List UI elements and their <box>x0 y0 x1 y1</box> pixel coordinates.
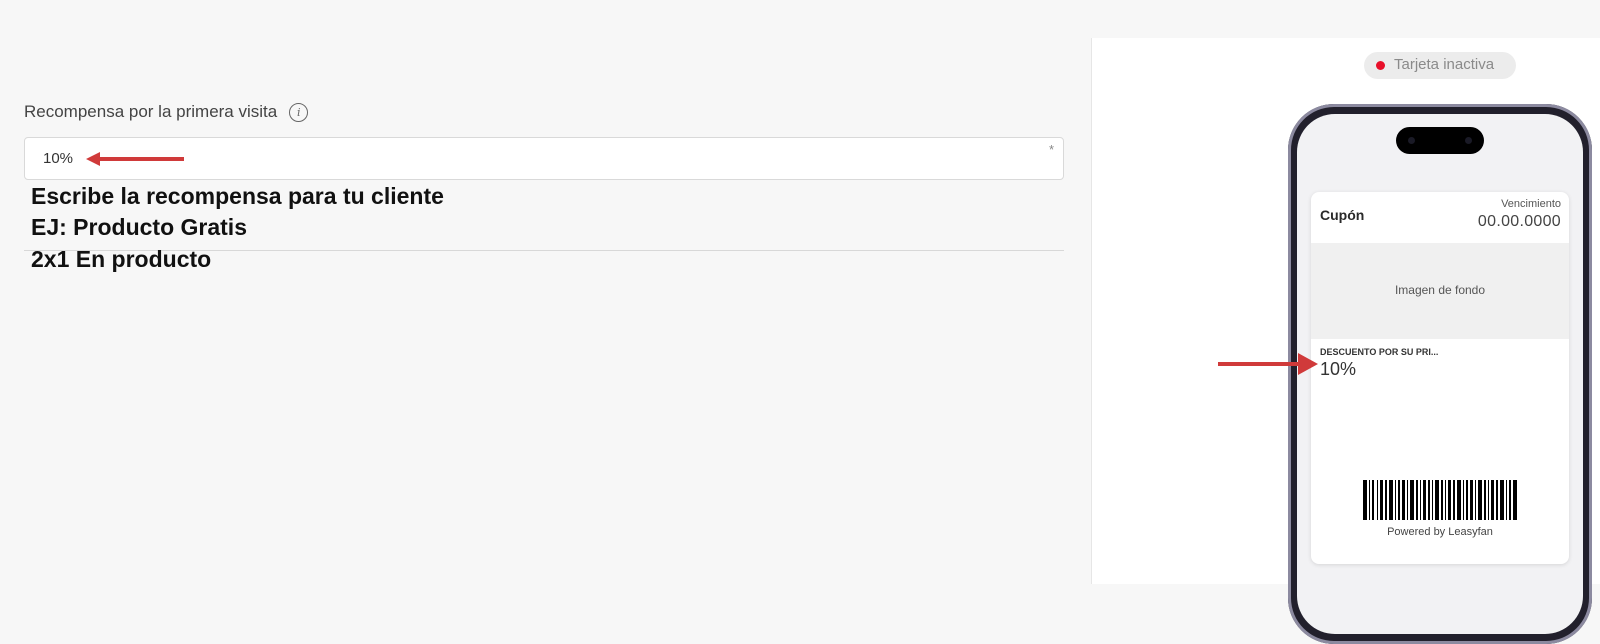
discount-label: DESCUENTO POR SU PRI... <box>1320 347 1439 357</box>
info-icon[interactable]: i <box>289 102 309 122</box>
annotation-line-2: EJ: Producto Gratis <box>31 214 247 240</box>
required-mark: * <box>1048 142 1054 157</box>
status-badge: Tarjeta inactiva <box>1364 52 1516 79</box>
barcode-icon <box>1363 480 1517 520</box>
status-dot-icon <box>1376 61 1385 70</box>
camera-icon <box>1408 137 1415 144</box>
annotation-arrow-right-icon <box>1218 353 1318 375</box>
background-image-label: Imagen de fondo <box>1394 283 1486 297</box>
background-image-placeholder: Imagen de fondo <box>1311 243 1569 339</box>
annotation-line-3: 2x1 En producto <box>31 246 212 272</box>
sensor-icon <box>1465 137 1472 144</box>
annotation-arrow-left-icon <box>86 152 184 166</box>
coupon-card: Cupón Vencimiento 00.00.0000 Imagen de f… <box>1311 192 1569 564</box>
expiry-value: 00.00.0000 <box>1477 213 1561 230</box>
powered-by-text: Powered by Leasyfan <box>1387 526 1493 538</box>
reward-input-value[interactable]: 10% <box>43 150 73 167</box>
card-title: Cupón <box>1320 207 1365 223</box>
reward-field-label: Recompensa por la primera visita i <box>24 102 309 122</box>
annotation-line-1: Escribe la recompensa para tu cliente <box>31 183 444 209</box>
expiry-label: Vencimiento <box>1501 198 1561 210</box>
reward-field-label-text: Recompensa por la primera visita <box>24 102 278 121</box>
dynamic-island <box>1396 127 1484 154</box>
discount-value: 10% <box>1320 359 1357 379</box>
status-text: Tarjeta inactiva <box>1394 56 1495 73</box>
